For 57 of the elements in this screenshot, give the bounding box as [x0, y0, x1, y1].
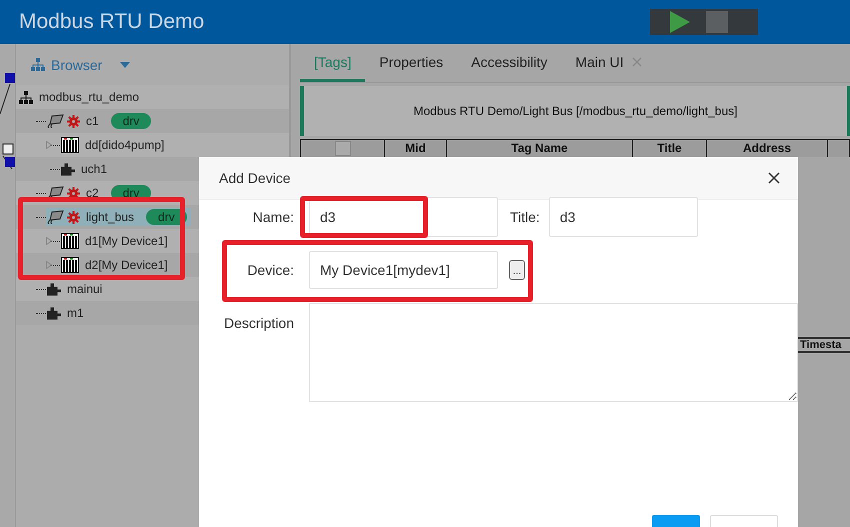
path-text: Modbus RTU Demo/Light Bus [/modbus_rtu_demo/light_bus]	[414, 104, 738, 118]
plug-icon	[47, 210, 65, 224]
expander-icon[interactable]	[46, 141, 52, 149]
tree-item[interactable]: c2 drv	[46, 184, 156, 202]
description-field[interactable]	[309, 303, 798, 402]
tree-label: m1	[67, 306, 84, 320]
app-title: Modbus RTU Demo	[19, 10, 206, 34]
tree-item[interactable]: modbus_rtu_demo	[18, 88, 144, 106]
play-icon[interactable]	[670, 11, 690, 33]
expander-icon[interactable]	[46, 237, 52, 245]
tree-item[interactable]: m1	[46, 304, 88, 322]
field-label: Name:	[252, 209, 294, 225]
tree-label: light_bus	[86, 210, 134, 224]
tree-label: c1	[86, 114, 99, 128]
dialog-title: Add Device	[219, 170, 291, 186]
tree-item[interactable]: d2[My Device1]	[60, 256, 172, 274]
tree-item[interactable]: light_bus drv	[46, 208, 191, 226]
rack-icon	[61, 257, 79, 273]
plug-icon	[47, 186, 65, 200]
puzzle-icon	[61, 162, 75, 176]
close-icon[interactable]	[768, 172, 780, 184]
title-field[interactable]: d3	[548, 197, 698, 237]
tree-label: mainui	[67, 282, 102, 296]
tab[interactable]: Main UI	[561, 48, 656, 82]
tree-label: modbus_rtu_demo	[39, 90, 140, 104]
field-label: Title:	[510, 209, 540, 225]
tree-item[interactable]: dd[dido4pump]	[60, 136, 168, 154]
plug-icon	[47, 114, 65, 128]
device-field[interactable]: My Device1[mydev1]	[309, 251, 498, 289]
tree-item[interactable]: c1 drv	[46, 112, 156, 130]
rack-icon	[61, 233, 79, 249]
caret-icon	[120, 62, 130, 68]
gear-icon	[67, 186, 80, 200]
expander-icon[interactable]	[46, 261, 52, 269]
field-label: Device:	[246, 262, 294, 278]
hierarchy-icon	[19, 90, 33, 104]
tab[interactable]: Properties	[365, 48, 458, 82]
tree-item[interactable]: d1[My Device1]	[60, 232, 172, 250]
tree-label: uch1	[81, 162, 108, 176]
tree-label: d2[My Device1]	[85, 258, 168, 272]
driver-badge: drv	[110, 113, 152, 129]
field-label: Description	[222, 315, 294, 331]
tree-item[interactable]: uch1	[60, 160, 112, 178]
puzzle-icon	[47, 282, 61, 296]
hierarchy-icon	[31, 58, 45, 71]
checkbox[interactable]	[334, 141, 350, 156]
tree-item[interactable]: mainui	[46, 280, 106, 298]
tree-label: d1[My Device1]	[85, 234, 168, 248]
tab[interactable]: Accessibility	[457, 48, 562, 82]
puzzle-icon	[47, 306, 61, 320]
gear-icon	[67, 114, 80, 128]
tree-label: c2	[86, 186, 99, 200]
gear-icon	[67, 210, 80, 224]
browse-button[interactable]: ...	[509, 260, 525, 280]
stop-icon[interactable]	[706, 11, 728, 33]
tree-label: dd[dido4pump]	[85, 138, 164, 152]
rack-icon	[61, 137, 79, 153]
